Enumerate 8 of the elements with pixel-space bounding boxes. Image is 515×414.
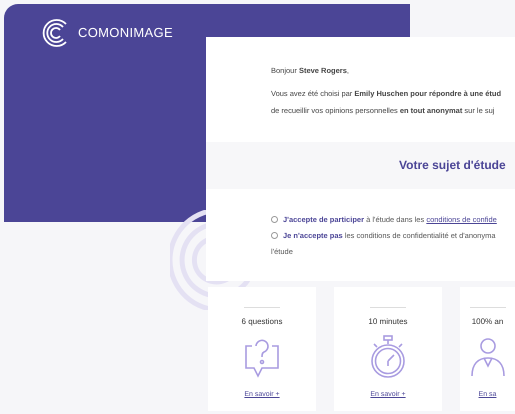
feature-title: 10 minutes (368, 316, 408, 328)
radio-button[interactable] (271, 216, 278, 223)
feature-title: 100% an (472, 316, 504, 328)
radio-button[interactable] (271, 232, 278, 240)
brand-name: COMONIMAGE (78, 24, 173, 42)
stopwatch-icon (368, 334, 408, 380)
feature-title: 6 questions (242, 316, 282, 328)
section-title: Votre sujet d'étude (399, 157, 506, 174)
